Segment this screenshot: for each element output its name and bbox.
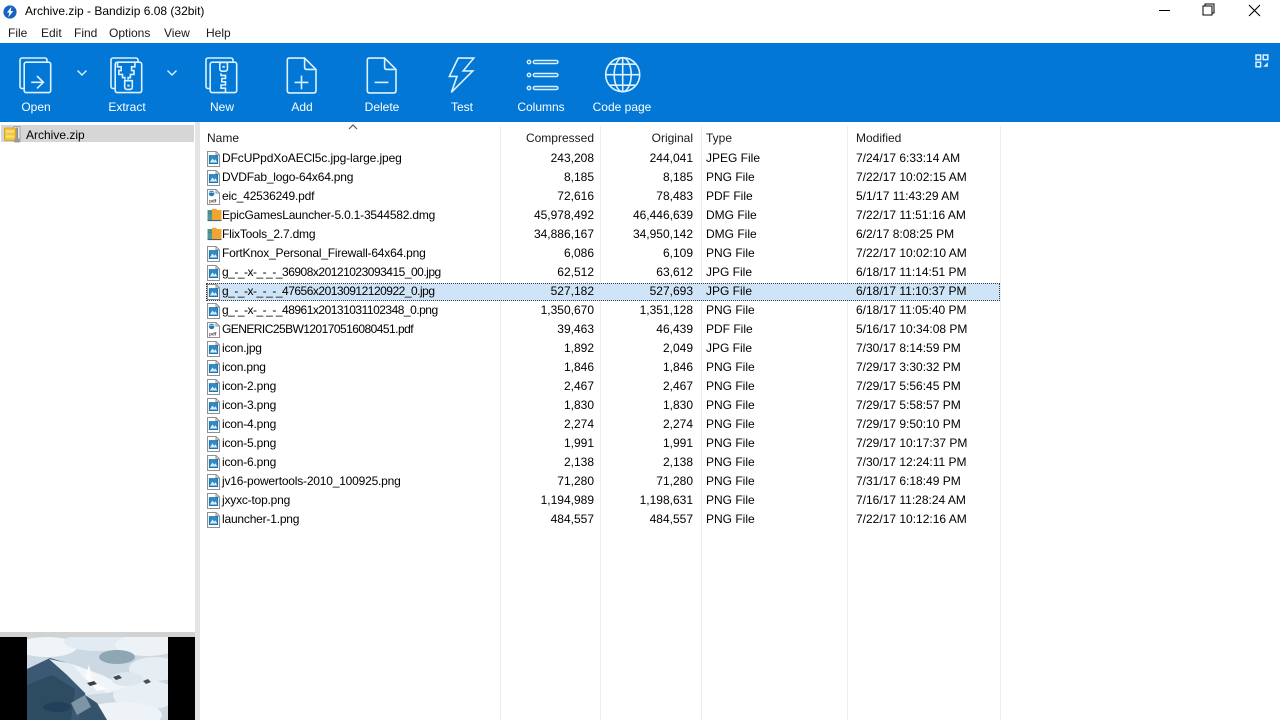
svg-text:pdf: pdf [209, 331, 217, 336]
svg-text:pdf: pdf [209, 198, 217, 203]
